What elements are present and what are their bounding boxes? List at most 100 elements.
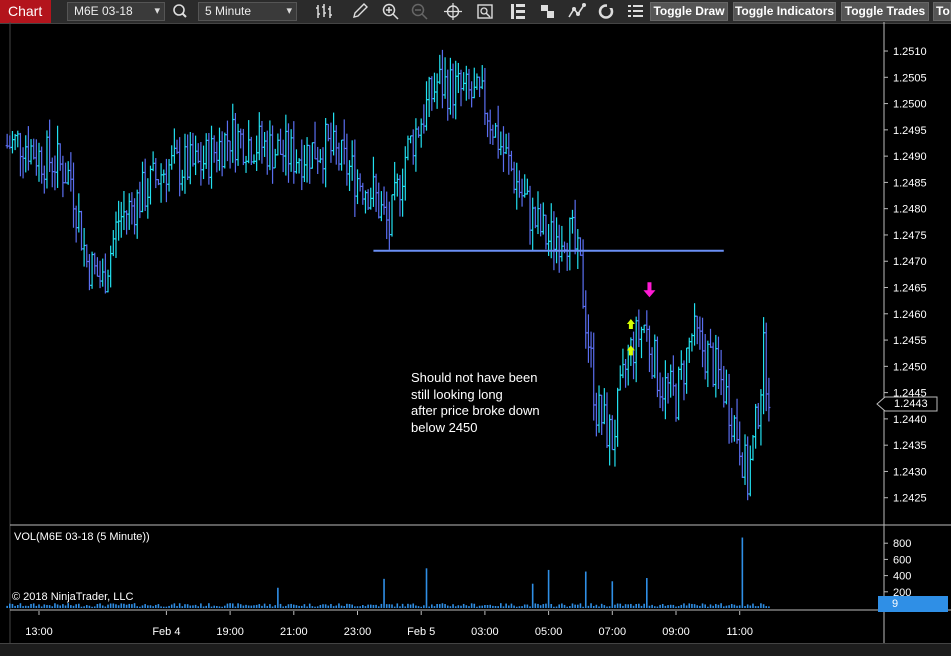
volume-bar xyxy=(614,604,616,608)
volume-bar xyxy=(375,604,377,608)
volume-bar xyxy=(157,604,160,608)
volume-bar xyxy=(733,604,736,608)
candle xyxy=(82,228,86,267)
candle xyxy=(762,317,766,415)
volume-bar xyxy=(404,606,407,608)
volume-bar xyxy=(107,604,109,608)
volume-bar xyxy=(576,604,579,608)
annotation-line: below 2450 xyxy=(411,419,478,435)
volume-bar xyxy=(27,605,30,608)
candle xyxy=(443,57,447,99)
volume-bar xyxy=(197,606,200,608)
volume-bar xyxy=(622,605,624,608)
candle xyxy=(186,134,190,180)
y-tick-label: 1.2430 xyxy=(893,466,927,478)
candle xyxy=(286,123,290,183)
y-tick-label: 1.2475 xyxy=(893,230,927,242)
candle xyxy=(539,203,543,237)
candle xyxy=(48,119,52,172)
y-tick-label: 1.2490 xyxy=(893,151,927,163)
sell-arrow-icon[interactable] xyxy=(643,282,656,298)
volume-bar xyxy=(168,605,170,608)
candle xyxy=(451,63,455,119)
candle xyxy=(40,146,44,184)
volume-bar xyxy=(364,606,367,608)
volume-bar xyxy=(237,603,239,608)
volume-bar xyxy=(725,605,728,608)
candle xyxy=(759,389,763,446)
chart-annotation-text[interactable]: Should not have been still looking long … xyxy=(411,370,540,436)
volume-bar xyxy=(423,605,425,608)
candle xyxy=(467,68,471,100)
candle xyxy=(164,158,168,203)
horizontal-scrollbar[interactable] xyxy=(0,643,951,656)
candle xyxy=(478,76,482,98)
volume-bar xyxy=(741,537,744,608)
volume-bar xyxy=(380,603,383,608)
candle xyxy=(111,230,115,257)
volume-bar xyxy=(611,581,614,608)
volume-bar xyxy=(587,605,590,608)
candle xyxy=(517,170,521,198)
volume-bar xyxy=(117,605,120,608)
candle xyxy=(114,211,118,258)
candle xyxy=(377,182,381,219)
candle xyxy=(438,54,442,85)
candle xyxy=(401,168,405,217)
candle xyxy=(255,135,259,171)
volume-bar xyxy=(691,603,693,608)
volume-bar xyxy=(619,603,622,608)
volume-bar xyxy=(529,606,531,608)
candle xyxy=(199,142,203,186)
candle xyxy=(454,60,458,120)
x-tick-label: 21:00 xyxy=(280,626,308,638)
candle xyxy=(159,163,163,203)
candle xyxy=(257,112,261,161)
volume-bar xyxy=(648,605,651,608)
candle xyxy=(109,245,113,288)
volume-bar xyxy=(675,606,677,608)
candle xyxy=(37,142,41,182)
volume-tick-label: 800 xyxy=(893,538,911,550)
volume-bar xyxy=(571,603,574,608)
volume-tick-label: 600 xyxy=(893,554,911,566)
volume-bar xyxy=(144,604,146,608)
candle xyxy=(260,120,264,164)
candle xyxy=(655,336,659,398)
volume-bar xyxy=(173,603,176,608)
candle xyxy=(754,403,758,449)
candle xyxy=(119,201,123,238)
volume-bar xyxy=(760,603,762,608)
volume-bar xyxy=(685,605,688,608)
volume-bar xyxy=(460,605,462,608)
volume-bar xyxy=(534,603,537,608)
candle xyxy=(326,123,330,142)
volume-bar xyxy=(115,604,117,608)
candle xyxy=(464,65,468,101)
price-chart[interactable]: 1.2510 1.2505 1.2500 1.2495 1.2490 1.2485 1.24… xyxy=(0,0,951,655)
candle xyxy=(523,174,527,198)
volume-tick-label: 400 xyxy=(893,571,911,583)
candle xyxy=(624,358,628,388)
candle xyxy=(440,49,444,109)
volume-bar xyxy=(667,605,669,608)
candle xyxy=(573,199,577,255)
volume-bar xyxy=(507,605,510,608)
candle xyxy=(231,103,235,163)
candle xyxy=(515,162,519,210)
volume-bar xyxy=(545,603,547,608)
volume-bar xyxy=(616,603,619,608)
candle xyxy=(56,125,60,188)
candle xyxy=(584,290,588,349)
volume-bar xyxy=(46,604,48,608)
candle xyxy=(499,131,503,156)
volume-bar xyxy=(569,606,571,608)
candlestick-series xyxy=(5,49,771,501)
candle xyxy=(698,316,702,350)
volume-bar xyxy=(566,606,568,608)
candle xyxy=(85,244,89,268)
volume-bar xyxy=(672,604,675,608)
volume-bar xyxy=(444,604,446,608)
volume-bar xyxy=(643,603,645,608)
candle xyxy=(318,149,322,164)
